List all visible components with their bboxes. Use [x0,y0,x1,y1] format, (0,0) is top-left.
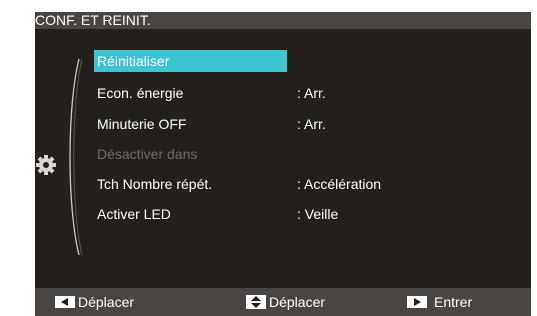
menu-item-activer-led[interactable]: Activer LED [97,203,287,225]
menu-item-label: Econ. énergie [97,85,184,101]
hint-move-up-down: Déplacer [246,288,325,316]
menu-item-value: : Accélération [297,176,382,192]
menu-arc-decoration [69,58,83,256]
menu-item-label: Désactiver dans [97,146,198,162]
gear-icon [36,155,56,175]
left-arrow-key-icon [55,296,75,308]
hint-label: Déplacer [269,294,326,310]
footer-hint-bar: Déplacer Déplacer Entrer [35,288,531,316]
hint-move-left: Déplacer [55,288,134,316]
menu-item-minuterie-off[interactable]: Minuterie OFF [97,113,287,135]
menu-item-econ-energie[interactable]: Econ. énergie [97,82,287,104]
menu-item-label: Réinitialiser [97,53,170,69]
menu-item-reinitialiser[interactable]: Réinitialiser [94,50,287,72]
hint-enter: Entrer [407,288,472,316]
menu-item-label: Activer LED [97,206,171,222]
menu-title: CONF. ET REINIT. [35,12,151,28]
menu-item-label: Tch Nombre répét. [97,176,213,192]
hint-label: Déplacer [78,294,135,310]
menu-item-tch-nombre-repet[interactable]: Tch Nombre répét. [97,173,287,195]
hint-label: Entrer [434,294,473,310]
up-down-arrow-key-icon [246,295,266,309]
title-bar: CONF. ET REINIT. [35,12,531,29]
menu-item-desactiver-dans: Désactiver dans [97,143,287,165]
osd-menu-window: CONF. ET REINIT. Réinitialiser Econ. éne… [35,12,531,316]
right-arrow-key-icon [407,296,427,308]
menu-item-value: : Arr. [297,85,326,101]
menu-item-value: : Veille [297,206,339,222]
menu-item-label: Minuterie OFF [97,116,187,132]
menu-item-value: : Arr. [297,116,326,132]
